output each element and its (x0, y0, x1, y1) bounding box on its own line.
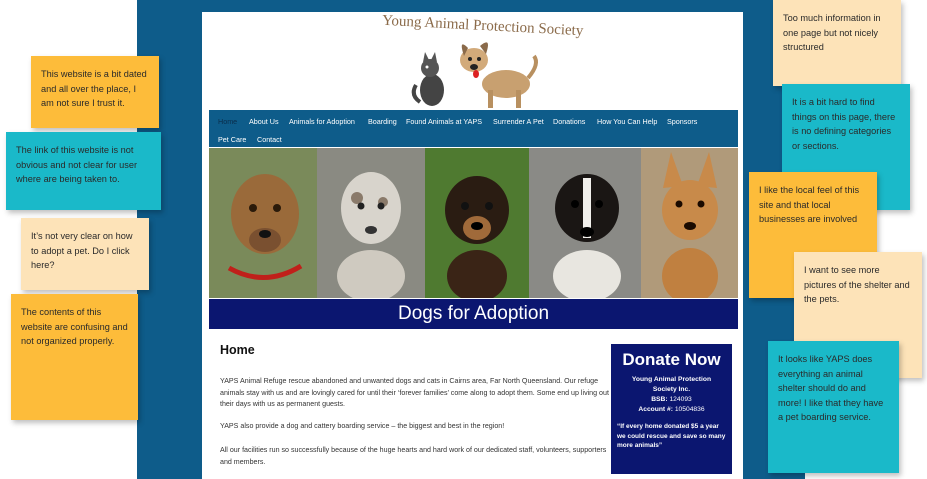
donate-bsb: BSB: 124093 (651, 396, 692, 403)
donate-org-line2: Society Inc. (652, 386, 691, 393)
cat-logo-icon (411, 52, 444, 106)
dog-logo-icon (460, 42, 538, 108)
boarding-paragraph: YAPS also provide a dog and cattery boar… (220, 422, 505, 430)
main-nav: Home About Us Animals for Adoption Board… (209, 110, 738, 147)
sticky-note: The link of this website is not obvious … (6, 132, 161, 210)
dogs-banner[interactable] (209, 148, 738, 298)
sticky-note: The contents of this website are confusi… (11, 294, 138, 420)
nav-surrender-a-pet[interactable]: Surrender A Pet (493, 117, 544, 126)
nav-how-you-can-help[interactable]: How You Can Help (597, 117, 657, 126)
site-logo[interactable]: Young Animal Protection Society (202, 12, 743, 112)
website-page: Young Animal Protection Society Home Abo… (202, 12, 743, 479)
nav-about-us[interactable]: About Us (249, 117, 279, 126)
donate-title: Donate Now (622, 350, 721, 369)
nav-animals-for-adoption[interactable]: Animals for Adoption (289, 117, 355, 126)
sticky-note: Too much information in one page but not… (773, 0, 901, 86)
nav-pet-care[interactable]: Pet Care (218, 135, 246, 144)
donate-org-line1: Young Animal Protection (631, 376, 712, 383)
sticky-note: It’s not very clear on how to adopt a pe… (21, 218, 149, 290)
banner-title: Dogs for Adoption (209, 299, 738, 329)
dog-photo (529, 148, 641, 298)
facilities-paragraph: All our facilities run so successfully b… (220, 446, 607, 466)
donate-box[interactable]: Donate Now Young Animal Protection Socie… (611, 344, 732, 474)
nav-found-animals[interactable]: Found Animals at YAPS (406, 117, 482, 126)
donate-account: Account #: 10504836 (638, 406, 705, 413)
dog-photo (425, 148, 529, 298)
intro-paragraph: YAPS Animal Refuge rescue abandoned and … (220, 377, 609, 408)
page-heading: Home (220, 343, 255, 357)
sticky-note: This website is a bit dated and all over… (31, 56, 159, 128)
nav-donations[interactable]: Donations (553, 117, 585, 126)
nav-contact[interactable]: Contact (257, 135, 282, 144)
donate-quote: “If every home donated $5 a year we coul… (617, 423, 726, 449)
nav-boarding[interactable]: Boarding (368, 117, 397, 126)
dog-photo (317, 148, 425, 298)
nav-home[interactable]: Home (218, 117, 237, 126)
dog-photo (209, 148, 317, 298)
dog-photo (641, 148, 738, 298)
sticky-note: It looks like YAPS does everything an an… (768, 341, 899, 473)
nav-sponsors[interactable]: Sponsors (667, 117, 697, 126)
